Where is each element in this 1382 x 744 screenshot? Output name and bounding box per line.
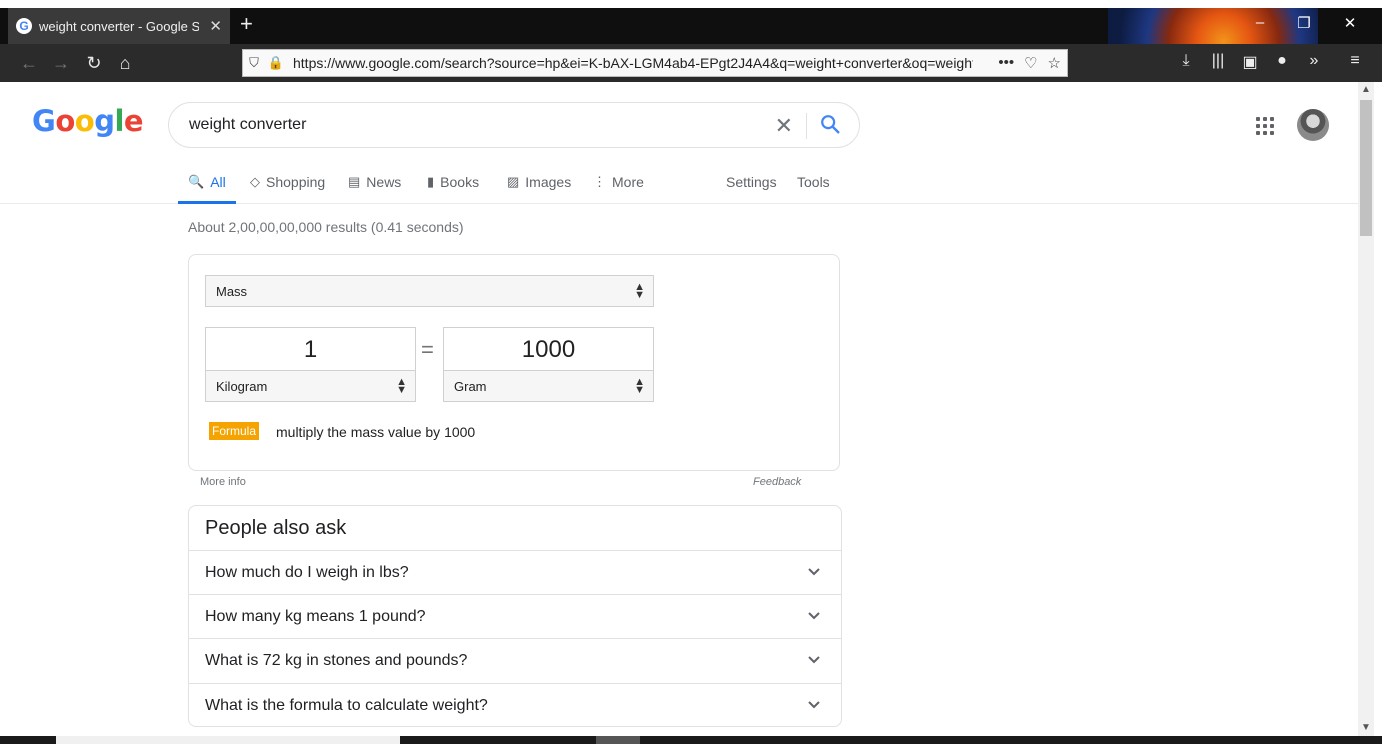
home-icon[interactable]: ⌂	[114, 52, 136, 74]
search-box[interactable]: weight converter ✕	[168, 102, 860, 148]
quantity-value: Mass	[216, 283, 248, 299]
sidebar-icon[interactable]: ▣	[1239, 52, 1261, 72]
tab-books[interactable]: ▮ Books	[427, 170, 479, 204]
tab-close-icon[interactable]: ✕	[209, 17, 222, 35]
back-arrow-icon[interactable]: ←	[18, 52, 40, 74]
tab-more[interactable]: ⋮ More	[593, 170, 644, 204]
restore-button[interactable]: ❐	[1294, 14, 1314, 32]
paa-question[interactable]: How much do I weigh in lbs?	[189, 550, 841, 594]
from-unit-select[interactable]: Kilogram ▲ ▼	[205, 370, 416, 402]
minimize-button[interactable]: –	[1250, 14, 1270, 31]
formula-text: multiply the mass value by 1000	[276, 424, 476, 440]
to-value-input[interactable]: 1000	[443, 327, 654, 371]
to-unit-value: Gram	[454, 378, 487, 394]
tab-title: weight converter - Google Search	[39, 18, 199, 34]
paa-question-text: How much do I weigh in lbs?	[205, 563, 409, 581]
window-right-edge	[1374, 82, 1382, 744]
from-value-input[interactable]: 1	[205, 327, 416, 371]
paa-title: People also ask	[205, 517, 347, 539]
chevron-down-icon	[808, 701, 820, 709]
account-icon[interactable]: ●	[1271, 52, 1293, 70]
browser-tab-active[interactable]: G weight converter - Google Search ✕	[8, 8, 230, 44]
url-text[interactable]: https://www.google.com/search?source=hp&…	[293, 55, 973, 71]
select-arrows-icon: ▲ ▼	[396, 376, 407, 396]
search-icon[interactable]	[819, 113, 841, 135]
scroll-down-icon[interactable]: ▼	[1360, 722, 1372, 733]
scrollbar-thumb[interactable]	[1360, 100, 1372, 236]
kebab-icon: ⋮	[593, 174, 606, 189]
unit-converter-card: Mass ▲ ▼ 1 Kilogram ▲ ▼ = 1000 Gram ▲ ▼ For…	[188, 254, 840, 471]
tracking-shield-icon[interactable]: ⛉	[243, 55, 265, 71]
browser-titlebar: G weight converter - Google Search ✕ + –…	[0, 0, 1382, 82]
people-also-ask-card: People also ask How much do I weigh in l…	[188, 505, 842, 727]
newspaper-icon: ▤	[348, 174, 361, 189]
paa-question[interactable]: How many kg means 1 pound?	[189, 594, 841, 638]
address-bar[interactable]: ⛉ 🔒 https://www.google.com/search?source…	[242, 49, 1068, 77]
paa-question-text: What is 72 kg in stones and pounds?	[205, 651, 468, 669]
formula-badge: Formula	[209, 422, 260, 440]
book-icon: ▮	[427, 174, 435, 189]
overflow-menu-icon[interactable]: »	[1303, 52, 1325, 70]
select-arrows-icon: ▲ ▼	[634, 281, 645, 301]
os-taskbar	[0, 736, 1382, 744]
tab-label: News	[366, 174, 402, 190]
feedback-link[interactable]: Feedback	[753, 476, 801, 488]
google-apps-icon[interactable]	[1256, 117, 1274, 135]
avatar[interactable]	[1297, 109, 1329, 141]
tab-label: Images	[525, 174, 572, 190]
search-results-page: Google weight converter ✕ 🔍 All ◇ Shoppi…	[0, 82, 1358, 736]
results-count: About 2,00,00,00,000 results (0.41 secon…	[188, 219, 464, 235]
paa-question-text: How many kg means 1 pound?	[205, 607, 426, 625]
hamburger-menu-icon[interactable]: ≡	[1344, 52, 1366, 70]
more-info-link[interactable]: More info	[200, 476, 246, 488]
to-unit-select[interactable]: Gram ▲ ▼	[443, 370, 654, 402]
scroll-up-icon[interactable]: ▲	[1360, 84, 1372, 95]
paa-question[interactable]: What is 72 kg in stones and pounds?	[189, 638, 841, 682]
forward-arrow-icon[interactable]: →	[50, 52, 72, 74]
chevron-down-icon	[808, 656, 820, 664]
pocket-icon[interactable]: ♡	[1024, 54, 1037, 72]
search-divider	[806, 113, 807, 139]
image-icon: ▨	[507, 174, 520, 189]
search-icon: 🔍	[188, 174, 205, 189]
tab-label: Shopping	[266, 174, 326, 190]
quantity-select[interactable]: Mass ▲ ▼	[205, 275, 654, 307]
taskbar-item[interactable]	[56, 736, 400, 744]
download-icon[interactable]: ⤓	[1175, 52, 1197, 70]
select-arrows-icon: ▲ ▼	[634, 376, 645, 396]
settings-link[interactable]: Settings	[726, 170, 777, 204]
lock-icon[interactable]: 🔒	[265, 55, 287, 71]
tab-shopping[interactable]: ◇ Shopping	[250, 170, 325, 204]
page-actions-icon[interactable]: •••	[998, 54, 1014, 72]
search-tabs: 🔍 All ◇ Shopping ▤ News ▮ Books ▨ Images…	[0, 170, 1358, 204]
google-favicon-icon: G	[16, 18, 32, 34]
taskbar-item[interactable]	[596, 736, 640, 744]
tab-images[interactable]: ▨ Images	[507, 170, 571, 204]
chevron-down-icon	[808, 612, 820, 620]
search-input[interactable]: weight converter	[189, 116, 306, 134]
tab-all[interactable]: 🔍 All	[178, 170, 236, 204]
chevron-down-icon	[808, 568, 820, 576]
tab-news[interactable]: ▤ News	[348, 170, 401, 204]
tag-icon: ◇	[250, 174, 260, 189]
new-tab-button[interactable]: +	[240, 12, 253, 36]
library-icon[interactable]: |||	[1207, 52, 1229, 70]
close-window-button[interactable]: ✕	[1340, 14, 1360, 32]
bookmark-star-icon[interactable]: ☆	[1048, 54, 1061, 72]
paa-question[interactable]: What is the formula to calculate weight?	[189, 683, 841, 727]
tools-link[interactable]: Tools	[797, 170, 830, 204]
tab-label: All	[210, 174, 226, 190]
paa-question-text: What is the formula to calculate weight?	[205, 696, 488, 714]
equals-sign: =	[421, 337, 434, 362]
reload-icon[interactable]: ↻	[83, 52, 105, 74]
tab-label: Books	[440, 174, 480, 190]
from-unit-value: Kilogram	[216, 378, 268, 394]
clear-icon[interactable]: ✕	[775, 113, 793, 139]
tab-label: More	[612, 174, 644, 190]
browser-toolbar: ← → ↻ ⌂ ⛉ 🔒 https://www.google.com/searc…	[0, 44, 1382, 82]
page-scrollbar[interactable]: ▲ ▼	[1358, 82, 1374, 736]
window-top-edge	[0, 0, 1382, 8]
google-logo[interactable]: Google	[32, 104, 144, 138]
